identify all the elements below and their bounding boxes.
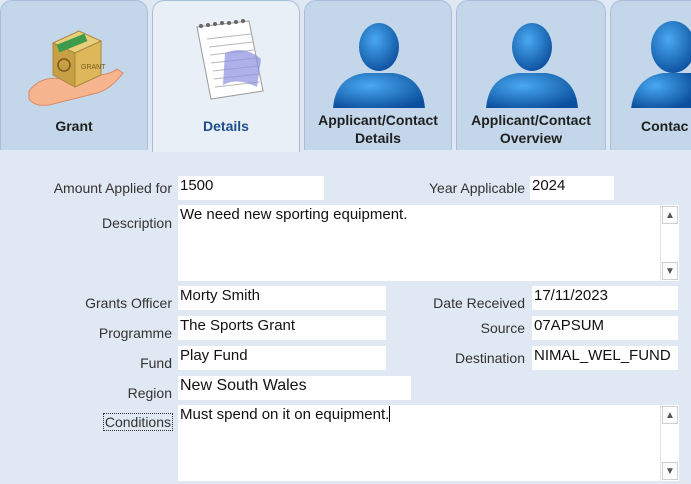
user-silhouette-icon	[457, 13, 605, 109]
notepad-icon	[153, 13, 299, 108]
conditions-scrollbar[interactable]: ▲ ▼	[660, 405, 679, 481]
description-text: We need new sporting equipment.	[180, 206, 408, 223]
user-silhouette-icon	[305, 13, 451, 109]
description-scrollbar[interactable]: ▲ ▼	[660, 205, 679, 281]
programme-field[interactable]: The Sports Grant	[178, 316, 386, 340]
tab-details-label: Details	[203, 118, 249, 134]
region-field[interactable]: New South Wales	[178, 376, 411, 400]
scroll-down-icon[interactable]: ▼	[662, 462, 678, 480]
description-label: Description	[101, 215, 172, 231]
tab-grant-label: Grant	[55, 118, 93, 134]
conditions-field[interactable]: Must spend on it on equipment. ▲ ▼	[178, 405, 679, 481]
scroll-down-icon[interactable]: ▼	[662, 262, 678, 280]
scroll-up-icon[interactable]: ▲	[662, 206, 678, 224]
text-caret	[389, 406, 391, 422]
year-applicable-label: Year Applicable	[428, 180, 525, 196]
tab-grant[interactable]: GRANT Grant	[0, 0, 148, 150]
tab-contact[interactable]: Contac	[610, 0, 691, 150]
programme-label: Programme	[98, 325, 172, 341]
svg-text:GRANT: GRANT	[81, 64, 106, 71]
conditions-label-text: Conditions	[102, 413, 174, 431]
fund-label: Fund	[140, 355, 172, 371]
amount-applied-for-field[interactable]: 1500	[178, 176, 324, 200]
grants-officer-field[interactable]: Morty Smith	[178, 286, 386, 310]
conditions-label: Conditions	[102, 413, 174, 431]
fund-field[interactable]: Play Fund	[178, 346, 386, 370]
tab-details[interactable]: Details	[152, 0, 300, 152]
source-field[interactable]: 07APSUM	[532, 316, 678, 340]
destination-label: Destination	[454, 350, 525, 366]
grants-officer-label: Grants Officer	[85, 295, 172, 311]
conditions-text: Must spend on it on equipment.	[180, 406, 390, 423]
tab-applicant-contact-overview[interactable]: Applicant/Contact Overview	[456, 0, 606, 150]
amount-applied-for-label: Amount Applied for	[53, 180, 172, 196]
tab-contact-label: Contac	[641, 118, 689, 134]
tab-applicant-contact-details-label: Applicant/Contact Details	[318, 112, 438, 146]
date-received-label: Date Received	[433, 295, 525, 311]
year-applicable-field[interactable]: 2024	[530, 176, 614, 200]
destination-field[interactable]: NIMAL_WEL_FUND	[532, 346, 678, 370]
tab-applicant-contact-overview-label: Applicant/Contact Overview	[471, 112, 591, 146]
user-silhouette-icon	[611, 13, 691, 109]
destination-value: NIMAL_WEL_FUND	[534, 347, 671, 364]
source-label: Source	[480, 320, 525, 336]
scroll-up-icon[interactable]: ▲	[662, 406, 678, 424]
grant-hand-box-icon: GRANT	[1, 13, 147, 108]
tab-applicant-contact-details[interactable]: Applicant/Contact Details	[304, 0, 452, 150]
date-received-field[interactable]: 17/11/2023	[532, 286, 678, 310]
region-label: Region	[127, 385, 172, 401]
tab-bar: GRANT Grant Details Applicant/Contact De…	[0, 0, 691, 152]
description-field[interactable]: We need new sporting equipment. ▲ ▼	[178, 205, 679, 281]
